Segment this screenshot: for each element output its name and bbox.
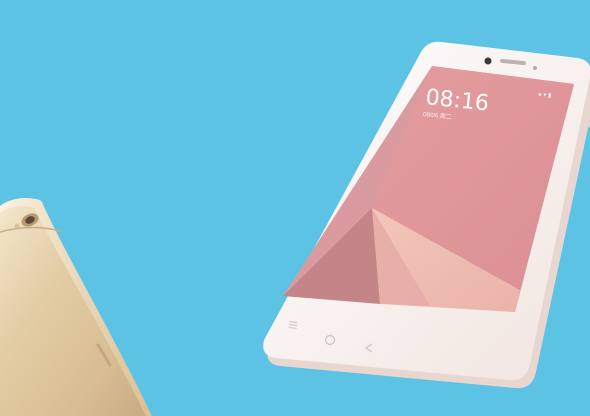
- proximity-sensor: [533, 66, 537, 70]
- back-phone: [0, 198, 152, 416]
- front-camera-icon: [484, 57, 492, 65]
- scene: 08:16 08/06 周二 ● ▾ ▮: [0, 41, 590, 416]
- back-phone-body: [0, 206, 146, 416]
- front-phone: 08:16 08/06 周二 ● ▾ ▮: [263, 41, 590, 389]
